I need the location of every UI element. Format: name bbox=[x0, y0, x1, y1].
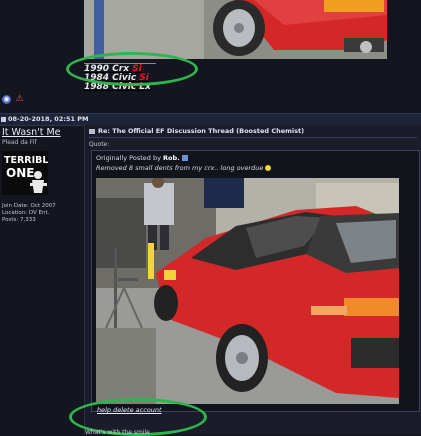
location: Location: DV Ent. bbox=[2, 210, 50, 216]
post-date: 08-20-2018, 02:51 PM bbox=[8, 115, 89, 123]
username-link[interactable]: It Wasn't Me bbox=[2, 127, 61, 138]
user-title: Plead da Fif bbox=[2, 139, 37, 146]
join-date: Join Date: Oct 2007 bbox=[2, 203, 56, 209]
quote-author[interactable]: Rob. bbox=[163, 154, 180, 162]
avatar-image: TERRIBLE ONE bbox=[2, 151, 55, 195]
avatar-text-line-1: TERRIBLE bbox=[4, 155, 48, 166]
avatar[interactable]: TERRIBLE ONE bbox=[2, 151, 55, 195]
smiley-icon bbox=[265, 165, 272, 171]
user-stats: Join Date: Oct 2007 Location: DV Ent. Po… bbox=[2, 203, 56, 224]
car-photo-quote[interactable] bbox=[96, 178, 399, 404]
quote-box: Originally Posted by Rob. Removed 8 smal… bbox=[91, 150, 420, 412]
post-icon bbox=[1, 117, 6, 122]
car-photo-top[interactable] bbox=[84, 0, 387, 59]
viewpost-icon[interactable] bbox=[181, 155, 188, 161]
highlight-oval-signature bbox=[66, 52, 198, 86]
title-separator bbox=[89, 137, 417, 138]
quote-label: Quote: bbox=[89, 141, 110, 148]
car-photo-quote-image bbox=[96, 178, 399, 404]
car-photo-top-image bbox=[84, 0, 387, 59]
post-action-icons: ◉ ⚠ bbox=[2, 95, 24, 105]
quote-attribution: Originally Posted by Rob. bbox=[96, 154, 188, 162]
warning-icon[interactable]: ⚠ bbox=[15, 95, 24, 104]
quote-prefix: Originally Posted by bbox=[96, 154, 163, 162]
quote-message: Removed 8 small dents from my crx.. long… bbox=[96, 164, 272, 172]
avatar-text-line-2: ONE bbox=[6, 166, 34, 180]
viewpost-icon bbox=[89, 128, 95, 134]
post-title-text: Re: The Official EF Discussion Thread (B… bbox=[98, 127, 305, 135]
quote-text: Removed 8 small dents from my crx.. long… bbox=[96, 164, 264, 172]
post-title: Re: The Official EF Discussion Thread (B… bbox=[89, 127, 304, 135]
previous-post: 1990 Crx Si 1984 Civic Si 1988 Civic Lx bbox=[0, 0, 421, 92]
post-body: Re: The Official EF Discussion Thread (B… bbox=[69, 125, 421, 436]
globe-icon[interactable]: ◉ bbox=[2, 95, 11, 104]
post-count: Posts: 7,333 bbox=[2, 217, 36, 223]
user-info: It Wasn't Me Plead da Fif TERRIBLE ONE J… bbox=[0, 125, 83, 435]
